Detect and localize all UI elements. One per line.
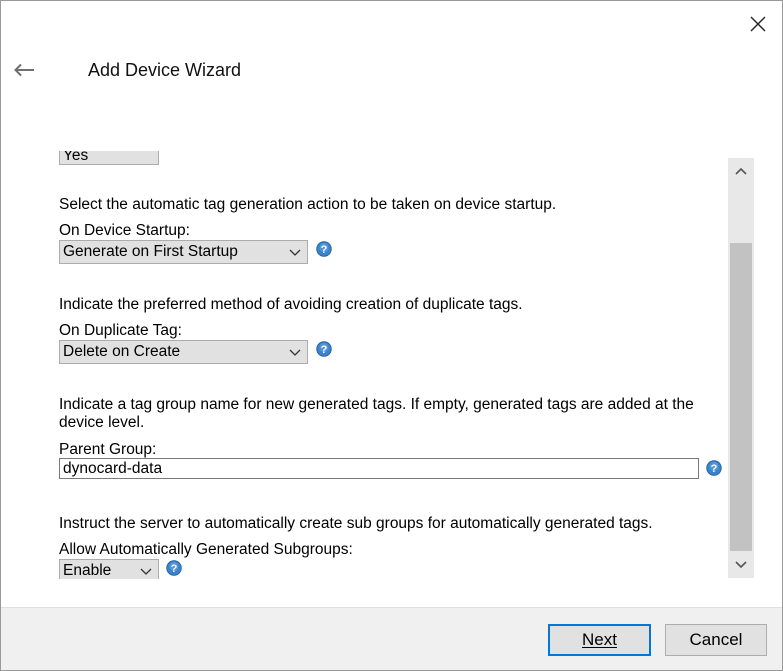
help-icon[interactable]: ? [706,460,722,476]
chevron-down-icon [289,349,301,356]
cancel-button-label: Cancel [689,630,743,649]
chevron-down-icon [140,568,152,575]
startup-description: Select the automatic tag generation acti… [59,196,557,213]
previous-property-value: Yes [63,151,89,164]
parent-group-description: Indicate a tag group name for new genera… [59,396,694,431]
on-device-startup-dropdown[interactable]: Generate on First Startup [59,240,308,264]
back-arrow-icon [14,63,34,77]
svg-text:?: ? [321,244,328,256]
vertical-scrollbar[interactable] [728,158,754,578]
parent-group-input[interactable]: dynocard-data [59,458,699,479]
chevron-down-icon [289,249,301,256]
duplicate-label: On Duplicate Tag: [59,322,182,339]
next-button-label: Next [582,630,617,649]
close-icon [750,16,766,32]
on-device-startup-value: Generate on First Startup [63,243,238,260]
allow-subgroups-dropdown[interactable]: Enable [59,559,159,579]
wizard-footer: Next Cancel [1,607,782,670]
help-icon[interactable]: ? [316,341,332,357]
next-button[interactable]: Next [548,624,651,656]
scrollbar-thumb[interactable] [730,243,752,551]
help-icon[interactable]: ? [166,560,182,576]
cancel-button[interactable]: Cancel [665,624,767,656]
subgroups-label: Allow Automatically Generated Subgroups: [59,541,353,558]
parent-group-label: Parent Group: [59,441,157,458]
duplicate-description: Indicate the preferred method of avoidin… [59,296,523,313]
back-button[interactable] [9,55,39,85]
subgroups-description: Instruct the server to automatically cre… [59,515,653,532]
startup-label: On Device Startup: [59,222,190,239]
previous-property-dropdown[interactable]: Yes [59,151,159,165]
on-duplicate-tag-value: Delete on Create [63,343,181,360]
page-title: Add Device Wizard [88,60,242,80]
chevron-up-icon [735,167,747,175]
properties-panel: Yes Select the automatic tag generation … [1,151,727,579]
svg-text:?: ? [321,344,328,356]
scroll-down-button[interactable] [728,552,754,578]
allow-subgroups-value: Enable [63,562,112,579]
on-duplicate-tag-dropdown[interactable]: Delete on Create [59,340,308,364]
svg-text:?: ? [171,563,178,575]
scroll-up-button[interactable] [728,158,754,184]
wizard-window: Add Device Wizard Yes Select the automat… [0,0,783,671]
help-icon[interactable]: ? [316,241,332,257]
svg-text:?: ? [711,463,718,475]
chevron-down-icon [735,561,747,569]
close-button[interactable] [739,5,777,43]
